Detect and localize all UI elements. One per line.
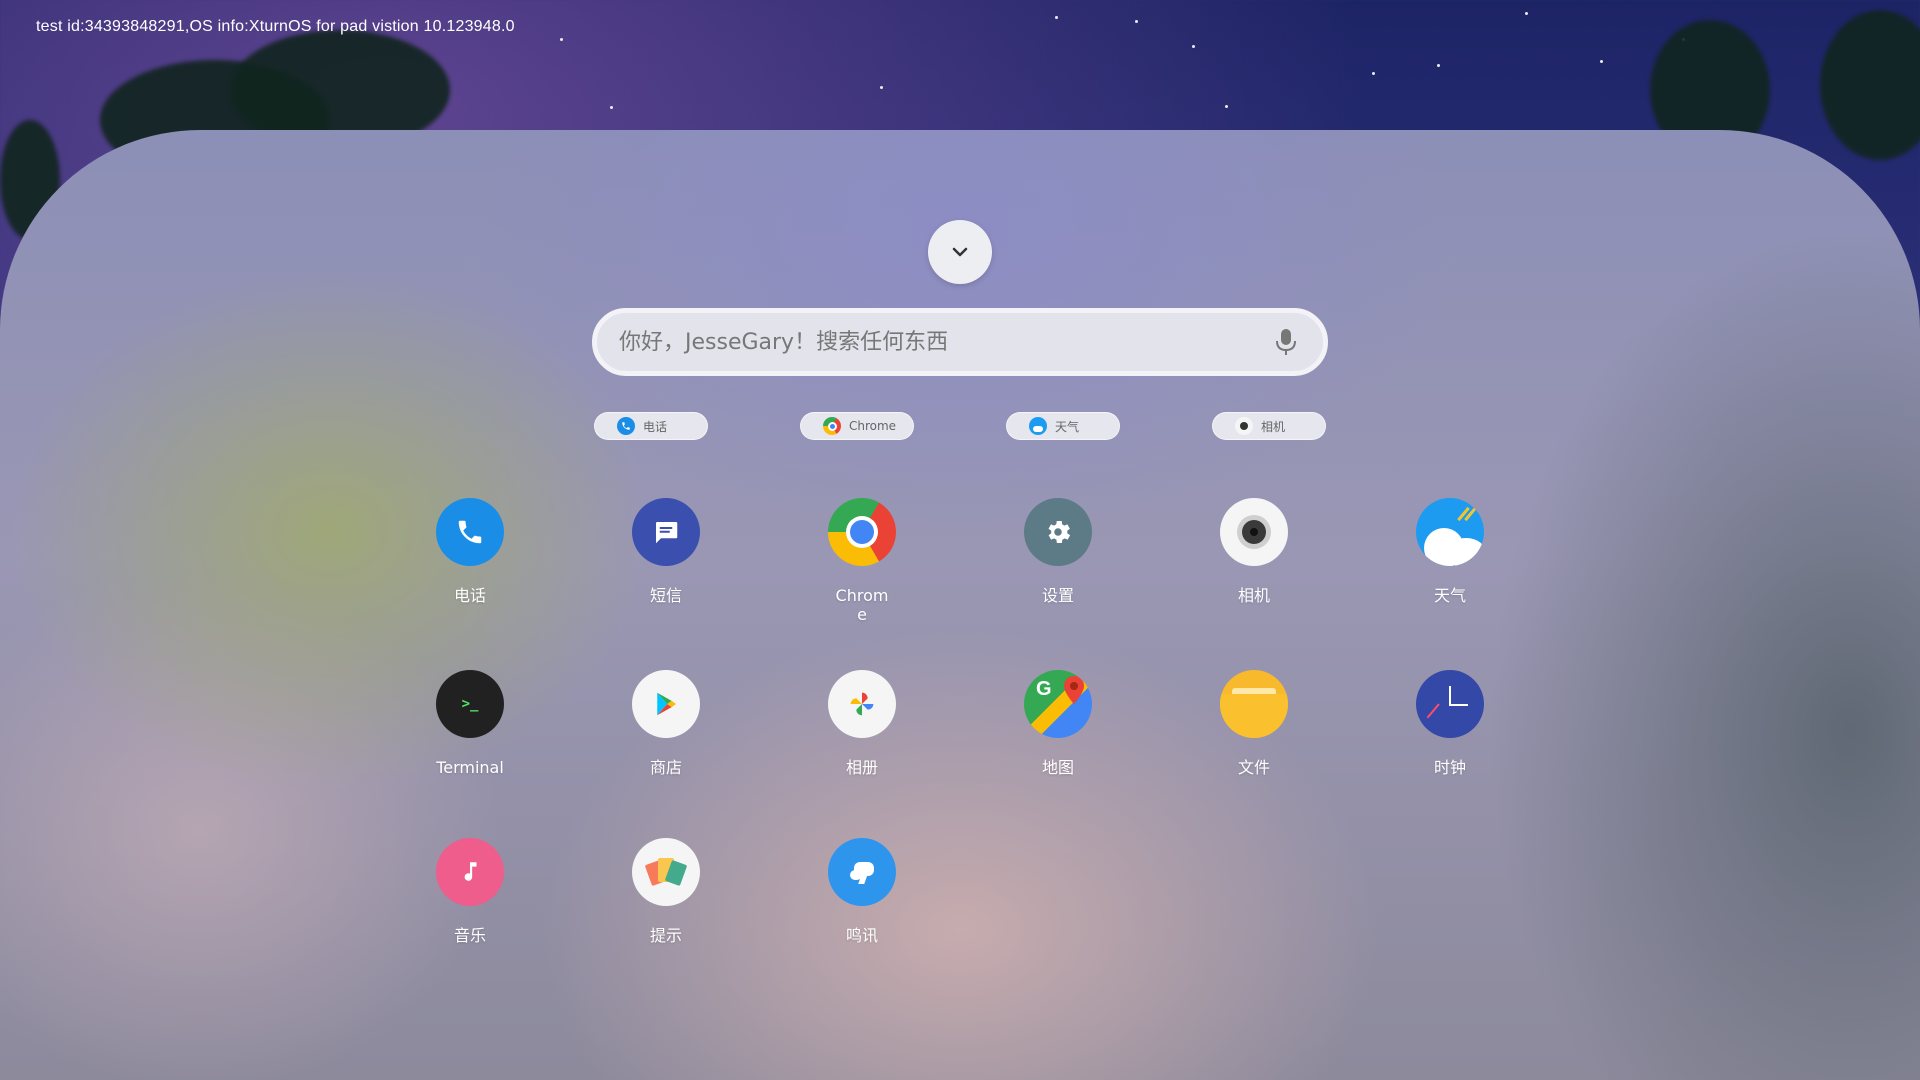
app-camera[interactable]: 相机 <box>1194 498 1314 605</box>
suggestion-chip-chrome[interactable]: Chrome <box>800 412 914 440</box>
app-settings[interactable]: 设置 <box>998 498 1118 605</box>
app-chat[interactable]: 鸣讯 <box>802 838 922 945</box>
app-label: Chrome <box>835 586 889 624</box>
app-label: 提示 <box>649 926 682 945</box>
settings-icon <box>1024 498 1092 566</box>
app-label: 相册 <box>845 758 878 777</box>
weather-icon <box>1416 498 1484 566</box>
suggestion-chip-phone[interactable]: 电话 <box>594 412 708 440</box>
app-label: 时钟 <box>1433 758 1466 777</box>
app-weather[interactable]: 天气 <box>1390 498 1510 605</box>
files-icon <box>1220 670 1288 738</box>
app-music[interactable]: 音乐 <box>410 838 530 945</box>
chevron-down-icon <box>952 247 968 257</box>
music-icon <box>436 838 504 906</box>
weather-icon <box>1029 417 1047 435</box>
camera-icon <box>1220 498 1288 566</box>
app-clock[interactable]: 时钟 <box>1390 670 1510 777</box>
suggestion-label: 相机 <box>1261 419 1286 434</box>
app-label: 相机 <box>1237 586 1270 605</box>
app-chrome[interactable]: Chrome <box>802 498 922 624</box>
phone-icon <box>617 417 635 435</box>
app-photos[interactable]: 相册 <box>802 670 922 777</box>
app-label: 短信 <box>649 586 682 605</box>
phone-icon <box>436 498 504 566</box>
clock-icon <box>1416 670 1484 738</box>
app-store[interactable]: 商店 <box>606 670 726 777</box>
status-info-text: test id:34393848291,OS info:XturnOS for … <box>36 18 515 35</box>
suggestion-label: Chrome <box>849 419 897 433</box>
app-messages[interactable]: 短信 <box>606 498 726 605</box>
app-label: 鸣讯 <box>845 926 878 945</box>
photos-icon <box>828 670 896 738</box>
suggestion-chip-weather[interactable]: 天气 <box>1006 412 1120 440</box>
chat-icon <box>828 838 896 906</box>
search-bar[interactable] <box>592 308 1328 376</box>
app-maps[interactable]: G 地图 <box>998 670 1118 777</box>
collapse-drawer-button[interactable] <box>928 220 992 284</box>
play-store-icon <box>632 670 700 738</box>
suggestion-label: 电话 <box>643 419 668 434</box>
maps-icon: G <box>1024 670 1092 738</box>
chrome-icon <box>828 498 896 566</box>
app-label: 电话 <box>453 586 486 605</box>
suggestion-label: 天气 <box>1055 419 1080 434</box>
app-label: 音乐 <box>453 926 486 945</box>
messages-icon <box>632 498 700 566</box>
app-label: Terminal <box>436 758 504 777</box>
microphone-icon[interactable] <box>1271 327 1301 357</box>
terminal-icon: >_ <box>436 670 504 738</box>
app-terminal[interactable]: >_ Terminal <box>410 670 530 777</box>
app-label: 文件 <box>1237 758 1270 777</box>
suggestion-chip-camera[interactable]: 相机 <box>1212 412 1326 440</box>
tips-icon <box>632 838 700 906</box>
chrome-icon <box>823 417 841 435</box>
app-label: 设置 <box>1041 586 1074 605</box>
app-files[interactable]: 文件 <box>1194 670 1314 777</box>
app-label: 地图 <box>1041 758 1074 777</box>
app-tips[interactable]: 提示 <box>606 838 726 945</box>
app-label: 天气 <box>1433 586 1466 605</box>
camera-icon <box>1235 417 1253 435</box>
search-input[interactable] <box>619 329 1271 355</box>
app-phone[interactable]: 电话 <box>410 498 530 605</box>
app-label: 商店 <box>649 758 682 777</box>
